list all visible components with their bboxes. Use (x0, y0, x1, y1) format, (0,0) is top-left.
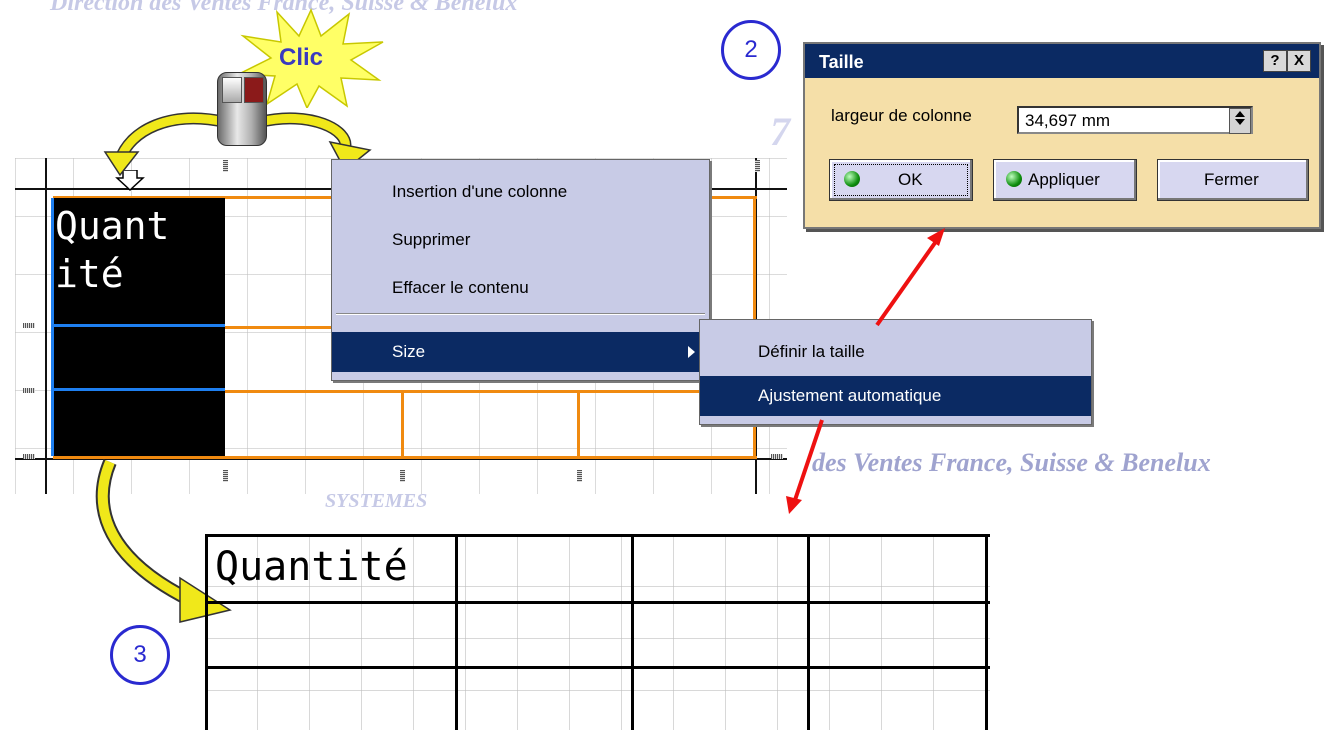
result-col-line-1 (455, 534, 458, 730)
result-column-header: Quantité (215, 544, 408, 590)
result-table: Quantité (205, 534, 990, 730)
result-row-line-3 (205, 666, 990, 669)
result-row-line-2 (205, 601, 990, 604)
result-row-line-1 (205, 534, 990, 537)
result-col-line-3 (807, 534, 810, 730)
result-col-line-0 (205, 534, 208, 730)
result-col-line-4 (985, 534, 988, 730)
result-col-line-2 (631, 534, 634, 730)
